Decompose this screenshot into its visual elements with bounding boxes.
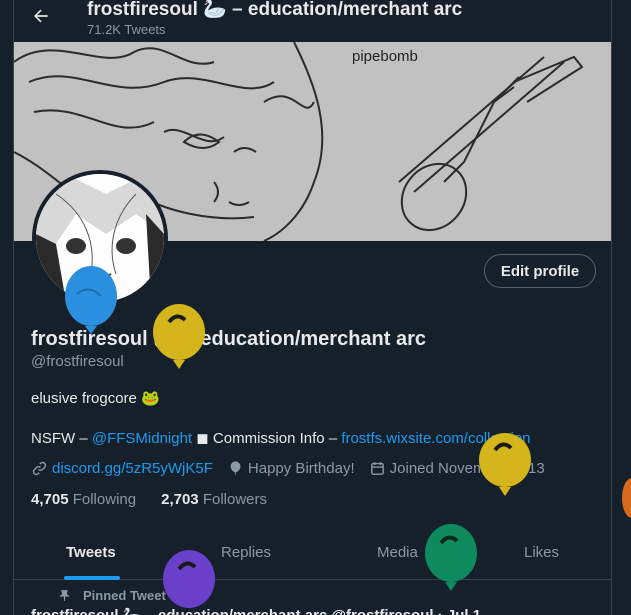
active-tab-indicator xyxy=(64,576,120,580)
nsfw-account-link[interactable]: @FFSMidnight xyxy=(92,430,192,447)
pinned-tweet-header: frostfiresoul 🦢 – education/merchant arc… xyxy=(31,606,481,615)
top-bar: frostfiresoul 🦢 – education/merchant arc… xyxy=(14,0,611,42)
pinned-tweet-label: Pinned Tweet xyxy=(83,588,166,603)
profile-bio: elusive frogcore 🐸 xyxy=(31,390,160,407)
tweet-count: 71.2K Tweets xyxy=(87,22,166,37)
tab-media[interactable]: Media xyxy=(377,544,418,561)
birthday-text: Happy Birthday! xyxy=(247,460,355,477)
profile-bio-line2: NSFW – @FFSMidnight ◼ Commission Info – … xyxy=(31,429,531,447)
balloon-yellow-icon xyxy=(153,304,205,369)
followers-label: Followers xyxy=(202,491,268,508)
following-label: Following xyxy=(72,491,137,508)
profile-handle: @frostfiresoul xyxy=(31,353,124,370)
link-icon xyxy=(32,461,47,476)
followers-stat[interactable]: 2,703 Followers xyxy=(161,491,267,508)
tab-likes[interactable]: Likes xyxy=(524,544,559,561)
balloon-purple-icon xyxy=(163,550,215,608)
pinned-label: Pinned Tweet xyxy=(58,588,166,603)
balloon-blue-icon xyxy=(65,266,117,334)
pin-icon xyxy=(59,590,70,601)
tab-tweets[interactable]: Tweets xyxy=(66,544,116,561)
balloon-yellow-icon xyxy=(479,433,531,496)
balloon-icon xyxy=(230,461,241,476)
back-arrow-icon[interactable] xyxy=(30,6,52,26)
balloon-orange-icon xyxy=(622,478,631,518)
calendar-icon xyxy=(370,462,384,475)
bio-nsfw-prefix: NSFW – xyxy=(31,430,92,447)
follow-stats: 4,705 Following 2,703 Followers xyxy=(31,491,267,508)
following-count: 4,705 xyxy=(31,491,69,508)
tab-replies[interactable]: Replies xyxy=(221,544,271,561)
bio-commission-prefix: Commission Info – xyxy=(208,430,342,447)
square-emoji: ◼ xyxy=(196,430,209,447)
balloon-green-icon xyxy=(425,524,477,591)
website-link[interactable]: discord.gg/5zR5yWjK5F xyxy=(52,460,213,477)
profile-tabs: Tweets Replies Media Likes xyxy=(14,528,611,580)
following-stat[interactable]: 4,705 Following xyxy=(31,491,136,508)
edit-profile-button[interactable]: Edit profile xyxy=(484,254,596,288)
banner-caption: pipebomb xyxy=(352,48,418,65)
followers-count: 2,703 xyxy=(161,491,199,508)
header-title: frostfiresoul 🦢 – education/merchant arc xyxy=(87,0,463,20)
